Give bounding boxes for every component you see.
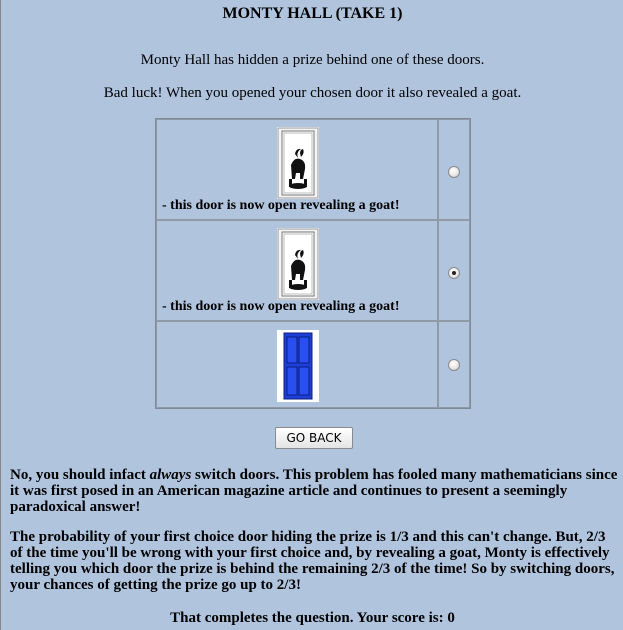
door-2-radio[interactable] [448, 267, 460, 279]
go-back-button[interactable]: GO BACK [275, 427, 353, 449]
score-line: That completes the question. Your score … [170, 610, 455, 626]
door-cell-2: - this door is now open revealing a goat… [156, 220, 438, 321]
door-3-radio[interactable] [448, 359, 460, 371]
page-title: MONTY HALL (TAKE 1) [222, 5, 403, 22]
doors-table: - this door is now open revealing a goat… [155, 118, 471, 409]
door-caption: - this door is now open revealing a goat… [162, 198, 400, 213]
explanation-paragraph-1: No, you should infact always switch door… [10, 467, 620, 515]
door-cell-1: - this door is now open revealing a goat… [156, 119, 438, 220]
goat-door-icon [277, 228, 319, 300]
radio-cell-1 [438, 119, 470, 220]
goat-door-icon [277, 127, 319, 199]
door-row-2: - this door is now open revealing a goat… [156, 220, 470, 321]
explanation-text: No, you should infact [10, 467, 150, 483]
door-row-3 [156, 321, 470, 408]
door-cell-3 [156, 321, 438, 408]
explanation-paragraph-2: The probability of your first choice doo… [10, 529, 615, 593]
result-text: Bad luck! When you opened your chosen do… [103, 85, 522, 101]
emphasis-text: always [149, 467, 192, 483]
closed-blue-door-icon [277, 330, 319, 402]
door-1-radio[interactable] [448, 166, 460, 178]
door-row-1: - this door is now open revealing a goat… [156, 119, 470, 220]
door-caption: - this door is now open revealing a goat… [162, 299, 400, 314]
radio-cell-3 [438, 321, 470, 408]
radio-cell-2 [438, 220, 470, 321]
intro-text: Monty Hall has hidden a prize behind one… [140, 52, 485, 68]
